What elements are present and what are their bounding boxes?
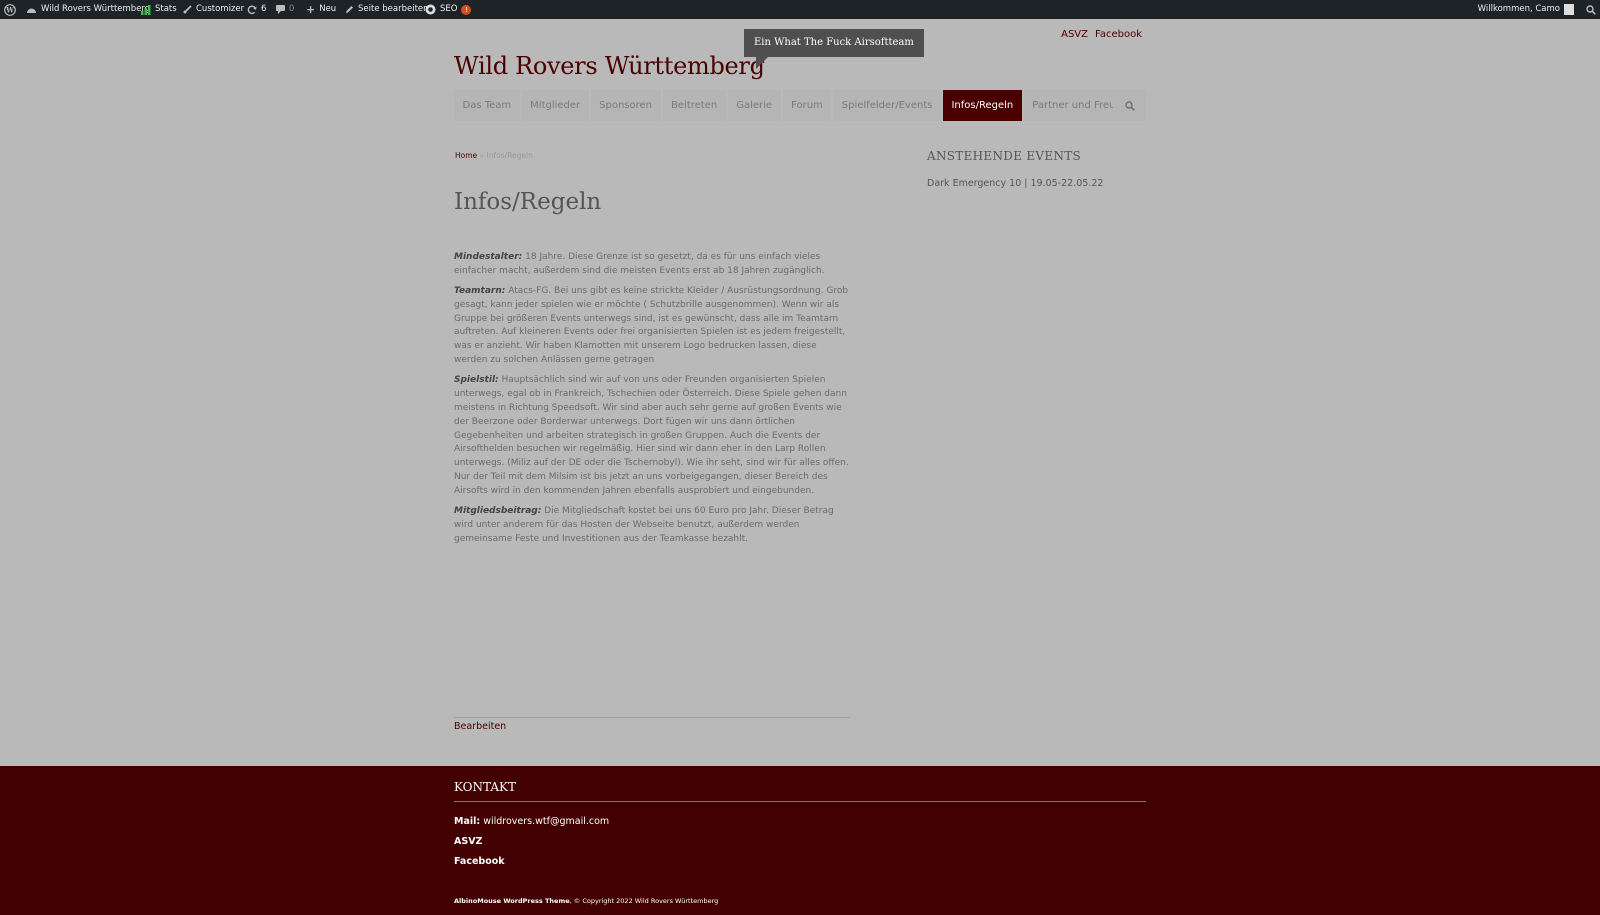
admin-seo-link[interactable]: SEO ! (425, 0, 472, 19)
content-divider (454, 717, 850, 718)
events-widget-title: ANSTEHENDE EVENTS (927, 149, 1082, 163)
paragraph-label: Mindestalter: (454, 252, 523, 262)
footer-divider (454, 801, 1146, 802)
paragraph-text: Hauptsächlich sind wir auf von uns oder … (454, 375, 849, 496)
header-links: ASVZ Facebook (1061, 29, 1142, 40)
pencil-icon (346, 6, 353, 13)
admin-site-link[interactable]: Wild Rovers Württemberg (26, 0, 150, 19)
page-content: Mindestalter: 18 Jahre. Diese Grenze ist… (454, 251, 850, 553)
paragraph-mindestalter: Mindestalter: 18 Jahre. Diese Grenze ist… (454, 251, 850, 279)
edit-link[interactable]: Bearbeiten (454, 721, 506, 732)
admin-stats-link[interactable]: Stats (141, 0, 177, 19)
footer-credit: AlbinoMouse WordPress Theme, © Copyright… (454, 897, 718, 905)
nav-item-galerie[interactable]: Galerie (727, 90, 781, 121)
main-nav: Das Team Mitglieder Sponsoren Beitreten … (454, 90, 1145, 121)
admin-updates-link[interactable]: 6 (247, 0, 266, 19)
breadcrumb: Home » Infos/Regeln (455, 151, 533, 160)
nav-item-mitglieder[interactable]: Mitglieder (521, 90, 589, 121)
breadcrumb-home[interactable]: Home (455, 151, 477, 160)
brush-icon (183, 5, 192, 14)
footer-mail-label: Mail: (454, 816, 481, 827)
paragraph-spielstil: Spielstil: Hauptsächlich sind wir auf vo… (454, 374, 850, 498)
stats-icon (141, 4, 151, 15)
comment-icon (276, 5, 285, 14)
search-button[interactable] (1113, 90, 1146, 121)
event-link[interactable]: Dark Emergency 10 | 19.05-22.05.22 (927, 178, 1103, 189)
paragraph-label: Spielstil: (454, 375, 499, 386)
paragraph-text: Atacs-FG. Bei uns gibt es keine strickte… (454, 286, 849, 366)
breadcrumb-separator: » (479, 151, 485, 160)
admin-edit-page-link[interactable]: Seite bearbeiten (345, 0, 429, 19)
site-tagline: Ein What The Fuck Airsoftteam (744, 29, 924, 57)
nav-item-infos-regeln[interactable]: Infos/Regeln (942, 90, 1022, 121)
nav-item-forum[interactable]: Forum (782, 90, 832, 121)
footer: KONTAKT Mail: wildrovers.wtf@gmail.com A… (0, 766, 1600, 915)
search-icon (1124, 100, 1135, 111)
breadcrumb-current: Infos/Regeln (486, 151, 533, 160)
header-link-facebook[interactable]: Facebook (1095, 29, 1142, 40)
footer-mail: Mail: wildrovers.wtf@gmail.com (454, 816, 609, 827)
wordpress-logo-icon[interactable]: W (4, 0, 16, 19)
admin-new-link[interactable]: + Neu (306, 0, 336, 19)
plus-icon: + (306, 3, 316, 16)
footer-title: KONTAKT (454, 780, 516, 794)
nav-item-das-team[interactable]: Das Team (454, 90, 520, 121)
nav-item-sponsoren[interactable]: Sponsoren (590, 90, 661, 121)
footer-credit-theme[interactable]: AlbinoMouse WordPress Theme (454, 897, 570, 905)
paragraph-teamtarn: Teamtarn: Atacs-FG. Bei uns gibt es kein… (454, 285, 850, 368)
seo-icon (425, 4, 436, 15)
header-link-asvz[interactable]: ASVZ (1061, 29, 1088, 40)
nav-item-spielfelder-events[interactable]: Spielfelder/Events (833, 90, 941, 121)
paragraph-label: Mitgliedsbeitrag: (454, 506, 542, 517)
admin-search-icon[interactable] (1586, 0, 1596, 19)
seo-badge: ! (461, 4, 472, 15)
footer-credit-copyright: , © Copyright 2022 Wild Rovers Württembe… (569, 897, 719, 905)
footer-link-facebook[interactable]: Facebook (454, 856, 505, 867)
dashboard-icon (27, 8, 36, 13)
avatar (1564, 4, 1574, 15)
tagline-pointer (756, 57, 768, 69)
svg-text:W: W (5, 5, 14, 14)
admin-bar: W Wild Rovers Württemberg Stats Customiz… (0, 0, 1600, 19)
admin-customizer-link[interactable]: Customizer (183, 0, 244, 19)
nav-item-beitreten[interactable]: Beitreten (662, 90, 726, 121)
admin-comments-link[interactable]: 0 (276, 0, 294, 19)
paragraph-label: Teamtarn: (454, 286, 506, 297)
footer-mail-value[interactable]: wildrovers.wtf@gmail.com (480, 816, 609, 827)
site-title[interactable]: Wild Rovers Württemberg (454, 52, 765, 80)
footer-link-asvz[interactable]: ASVZ (454, 836, 482, 847)
page-title: Infos/Regeln (454, 189, 602, 215)
paragraph-mitgliedsbeitrag: Mitgliedsbeitrag: Die Mitgliedschaft kos… (454, 505, 850, 546)
updates-icon (247, 5, 257, 14)
admin-account-link[interactable]: Willkommen, Camo (1478, 0, 1574, 19)
admin-site-name: Wild Rovers Württemberg (41, 4, 151, 14)
